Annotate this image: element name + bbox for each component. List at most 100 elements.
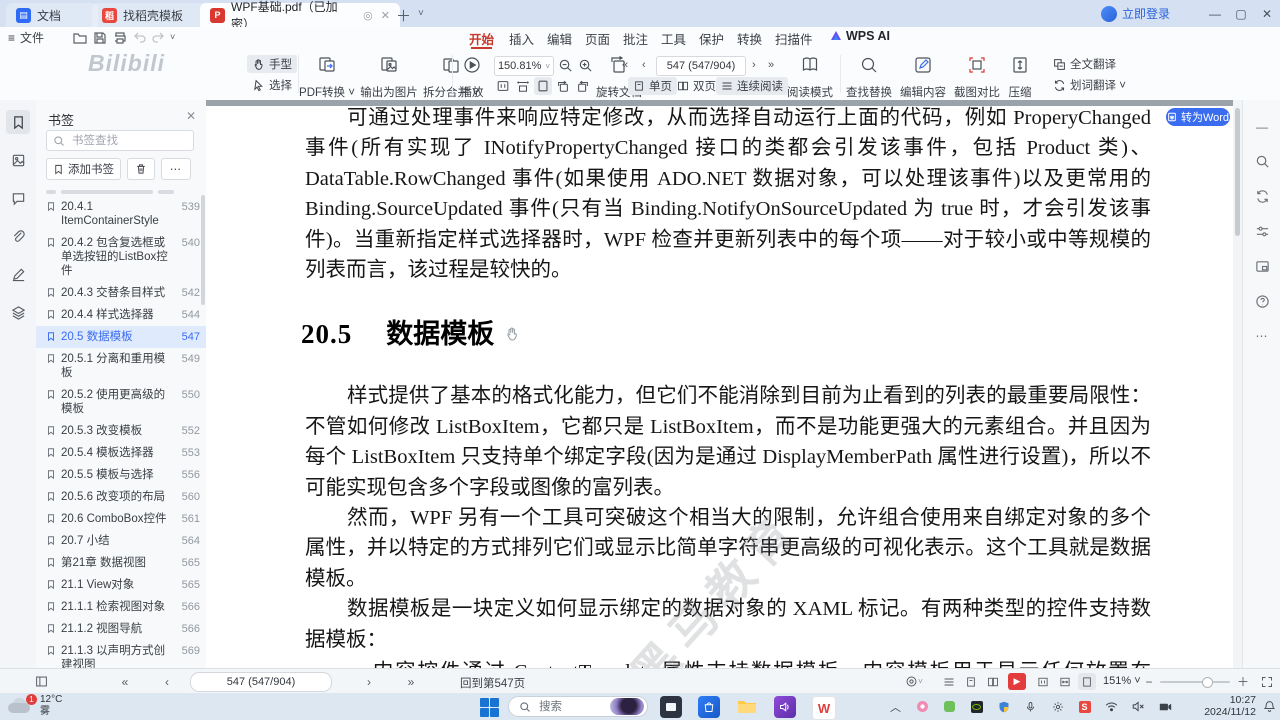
wps-ai-button[interactable]: WPS AI xyxy=(830,29,890,43)
weather-widget[interactable]: 1 12°C 雾 xyxy=(8,694,62,718)
taskbar-search-input[interactable] xyxy=(537,699,604,714)
tray-flower-icon[interactable] xyxy=(915,699,930,714)
tray-nvidia-icon[interactable] xyxy=(969,699,984,714)
doc-search-icon[interactable] xyxy=(1251,150,1273,172)
prev-page-icon[interactable]: ‹ xyxy=(642,59,646,71)
single-page-view-icon[interactable] xyxy=(962,673,980,690)
collapse-strip-icon[interactable]: — xyxy=(1251,116,1273,138)
attachments-panel-icon[interactable] xyxy=(6,224,30,248)
first-page-icon[interactable]: « xyxy=(116,673,134,690)
ribbon-tab-annotate[interactable]: 批注 xyxy=(617,27,654,49)
start-button[interactable] xyxy=(478,696,500,718)
delete-bookmark-button[interactable] xyxy=(127,158,155,180)
bookmark-item-partial[interactable] xyxy=(36,184,206,196)
bookmarks-panel-icon[interactable] xyxy=(6,110,30,134)
play-button[interactable]: 播放 xyxy=(452,52,492,102)
fit-actual-size-icon[interactable] xyxy=(494,77,512,95)
document-page[interactable]: 可通过处理事件来响应特定修改，从而选择自动运行上面的代码，例如 ProperyC… xyxy=(206,100,1233,668)
new-tab-button[interactable]: ＋ xyxy=(396,5,411,26)
tab-document-active[interactable]: P WPF基础.pdf（已加密） ◎ ✕ xyxy=(200,0,400,31)
print-icon[interactable] xyxy=(112,30,128,46)
zoom-slider[interactable] xyxy=(1160,681,1230,683)
rotate-right-icon[interactable] xyxy=(574,77,592,95)
zoom-combobox[interactable]: 150.81% ˅ xyxy=(494,56,554,76)
prev-page-icon[interactable]: ‹ xyxy=(158,673,176,690)
next-page-icon[interactable]: › xyxy=(752,59,756,71)
tab-docer[interactable]: 稻 找稻壳模板 xyxy=(92,3,208,27)
find-replace-button[interactable]: 查找替换 xyxy=(843,52,895,102)
ribbon-tab-convert[interactable]: 转换 xyxy=(731,27,768,49)
layers-panel-icon[interactable] xyxy=(6,300,30,324)
bookmark-item[interactable]: 20.5.6 改变项的布局 560 xyxy=(36,486,206,508)
fit-width-icon[interactable] xyxy=(1056,673,1074,690)
eye-protect-mode-icon[interactable]: ˅ xyxy=(900,673,928,690)
page-panel-toggle-icon[interactable] xyxy=(32,673,50,690)
bookmark-item[interactable]: 20.5.5 模板与选择 556 xyxy=(36,464,206,486)
bookmark-item[interactable]: 21.1 View对象 565 xyxy=(36,574,206,596)
pin-icon[interactable]: ◎ xyxy=(363,9,373,22)
zoom-out-minus-icon[interactable]: − xyxy=(1140,673,1158,690)
fit-width-icon[interactable] xyxy=(514,77,532,95)
full-translate-button[interactable]: 全文翻译 xyxy=(1048,55,1121,73)
select-tool-button[interactable]: 选择 xyxy=(247,76,297,94)
ribbon-tab-scan[interactable]: 扫描件 xyxy=(769,27,819,49)
task-view-button[interactable] xyxy=(660,696,682,718)
export-image-button[interactable]: 输出为图片 xyxy=(358,52,420,102)
bookmark-item[interactable]: 20.5.1 分离和重用模板 549 xyxy=(36,348,206,384)
taskbar-search[interactable] xyxy=(508,696,648,717)
minimize-button[interactable]: — xyxy=(1202,0,1228,27)
tab-close-icon[interactable]: ✕ xyxy=(381,9,390,22)
ribbon-tab-edit[interactable]: 编辑 xyxy=(541,27,578,49)
fit-page-icon[interactable] xyxy=(1078,673,1096,690)
fullscreen-icon[interactable] xyxy=(1258,673,1276,690)
continuous-view-icon[interactable] xyxy=(940,673,958,690)
comments-panel-icon[interactable] xyxy=(6,186,30,210)
media-app-button[interactable] xyxy=(774,696,796,718)
signature-panel-icon[interactable] xyxy=(6,262,30,286)
undo-icon[interactable] xyxy=(132,30,148,46)
bookmark-item[interactable]: 20.4.4 样式选择器 544 xyxy=(36,304,206,326)
fit-actual-icon[interactable] xyxy=(1034,673,1052,690)
tray-camera-icon[interactable] xyxy=(1158,699,1173,714)
tab-list-chevron-icon[interactable]: ˅ xyxy=(418,8,424,19)
pdf-convert-button[interactable]: PDF转换 ˅ xyxy=(299,52,355,102)
add-bookmark-button[interactable]: 添加书签 xyxy=(46,158,121,180)
ribbon-tab-page[interactable]: 页面 xyxy=(579,27,616,49)
settings-sliders-icon[interactable] xyxy=(1251,220,1273,242)
bookmark-search-input[interactable] xyxy=(70,133,174,148)
bookmark-item[interactable]: 20.4.1 ItemContainerStyle 539 xyxy=(36,196,206,232)
translate-tool-icon[interactable] xyxy=(1251,185,1273,207)
taskbar-clock[interactable]: 10:27 2024/11/12 xyxy=(1204,694,1256,718)
notification-bell-icon[interactable] xyxy=(1263,700,1276,713)
zoom-slider-thumb[interactable] xyxy=(1202,677,1213,688)
help-icon[interactable] xyxy=(1251,290,1273,312)
bookmark-item[interactable]: 20.5.4 模板选择器 553 xyxy=(36,442,206,464)
wps-app-button[interactable]: W xyxy=(812,696,836,720)
save-icon[interactable] xyxy=(92,30,108,46)
bookmark-scrollbar[interactable] xyxy=(201,195,205,305)
panel-close-icon[interactable]: ✕ xyxy=(186,109,196,123)
last-page-icon[interactable]: » xyxy=(402,673,420,690)
quickbar-chevron-icon[interactable]: ˅ xyxy=(170,32,186,48)
thumbnails-panel-icon[interactable] xyxy=(6,148,30,172)
double-page-view-icon[interactable] xyxy=(984,673,1002,690)
tray-sogou-icon[interactable]: S xyxy=(1077,699,1092,714)
bookmark-item[interactable]: 20.6 ComboBox控件 561 xyxy=(36,508,206,530)
bookmark-item[interactable]: 21.1.2 视图导航 566 xyxy=(36,618,206,640)
statusbar-zoom-value[interactable]: 151% ˅ xyxy=(1103,675,1141,687)
file-explorer-button[interactable] xyxy=(736,696,758,718)
picture-in-picture-icon[interactable] xyxy=(1251,255,1273,277)
tray-security-shield-icon[interactable] xyxy=(996,699,1011,714)
bookmark-item-selected[interactable]: 20.5 数据模板 547 xyxy=(36,326,206,348)
document-scrollbar-thumb[interactable] xyxy=(1235,108,1240,236)
convert-to-word-button[interactable]: 转为Word xyxy=(1166,108,1230,126)
hand-tool-button[interactable]: 手型 xyxy=(247,55,297,73)
tray-green-app-icon[interactable] xyxy=(942,699,957,714)
tray-microphone-icon[interactable] xyxy=(1023,699,1038,714)
word-translate-button[interactable]: 划词翻译 ˅ xyxy=(1048,76,1131,94)
statusbar-page-box[interactable]: 547 (547/904) xyxy=(190,672,332,692)
read-mode-button[interactable]: 阅读模式 xyxy=(783,52,837,102)
screenshot-compare-button[interactable]: 截图对比 xyxy=(951,52,1003,102)
presentation-play-button[interactable]: ▶ xyxy=(1008,673,1026,690)
bookmark-item[interactable]: 20.5.2 使用更高级的模板 550 xyxy=(36,384,206,420)
